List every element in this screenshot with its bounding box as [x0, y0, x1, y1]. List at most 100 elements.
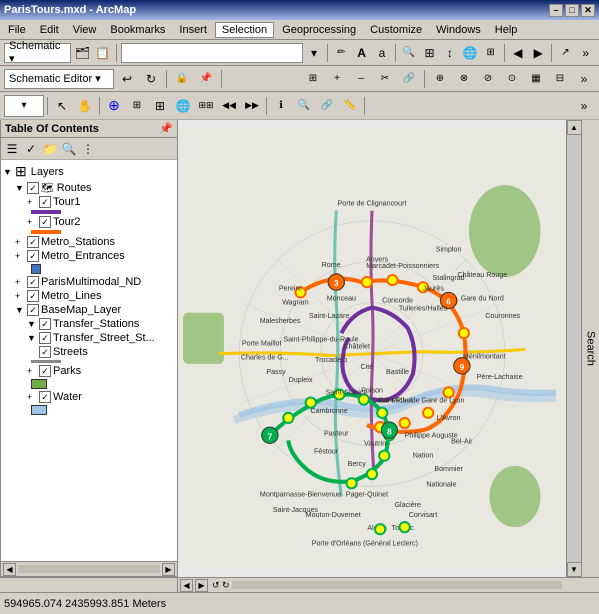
text-btn-A[interactable]: A	[352, 42, 370, 64]
schematic-name-dropdown[interactable]	[121, 43, 303, 63]
edit-btn[interactable]: ✏	[332, 42, 350, 64]
toc-scrollbar[interactable]: ◀ ▶	[1, 561, 177, 576]
se-btn-3[interactable]: 🔒	[171, 68, 193, 90]
toc-metro-lines[interactable]: + ✓ Metro_Lines	[13, 289, 177, 303]
minimize-button[interactable]: –	[549, 4, 563, 17]
check-metro-stations[interactable]: ✓	[27, 236, 39, 248]
map-scroll-left[interactable]: ◀	[180, 579, 193, 592]
toc-transfer-street[interactable]: ▼ ✓ Transfer_Street_St...	[25, 331, 177, 345]
se-btn-7[interactable]: –	[350, 68, 372, 90]
arrow-left[interactable]: ◀	[509, 42, 527, 64]
toc-metro-stations[interactable]: + ✓ Metro_Stations	[13, 235, 177, 249]
toc-paris-multimodal[interactable]: + ✓ ParisMultimodal_ND	[13, 275, 177, 289]
map-zoom-dropdown[interactable]: ▾	[4, 95, 44, 117]
se-btn-4[interactable]: 📌	[195, 68, 217, 90]
toc-scroll-left[interactable]: ◀	[3, 563, 16, 576]
search-tab[interactable]: Search	[581, 120, 599, 577]
se-btn-12[interactable]: ⊘	[477, 68, 499, 90]
se-btn-2[interactable]: ↻	[140, 68, 162, 90]
check-metro-entrances[interactable]: ✓	[27, 250, 39, 262]
menu-edit[interactable]: Edit	[34, 23, 65, 37]
toc-check-btn[interactable]: ✓	[22, 140, 40, 158]
map-extent3[interactable]: ▶▶	[241, 95, 263, 117]
expand-metro-stations[interactable]: +	[15, 237, 27, 247]
map-globe[interactable]: 🌐	[172, 95, 194, 117]
scroll-track[interactable]	[567, 135, 581, 562]
map-find[interactable]: 🔍	[293, 95, 315, 117]
menu-geoprocessing[interactable]: Geoprocessing	[276, 23, 362, 37]
toc-transfer-stations[interactable]: ▼ ✓ Transfer_Stations	[25, 317, 177, 331]
toc-more-btn[interactable]: ⋮	[79, 140, 97, 158]
expand-routes[interactable]: ▼	[15, 183, 27, 193]
map-extent1[interactable]: ⊞⊞	[195, 95, 217, 117]
map-identify[interactable]: ℹ	[270, 95, 292, 117]
menu-windows[interactable]: Windows	[430, 23, 487, 37]
toc-basemap-layer[interactable]: ▼ ✓ BaseMap_Layer	[13, 303, 177, 317]
toc-routes[interactable]: ▼ ✓ 🗺 Routes	[13, 181, 177, 195]
expand-paris-multimodal[interactable]: +	[15, 277, 27, 287]
schematic-dropdown[interactable]: Schematic ▾	[4, 43, 71, 63]
scroll-up-btn[interactable]: ▲	[567, 120, 582, 135]
menu-customize[interactable]: Customize	[364, 23, 428, 37]
toc-tour1[interactable]: + ✓ Tour1	[25, 195, 177, 209]
toolbar-btn-1[interactable]: 🗂	[73, 42, 91, 64]
maximize-button[interactable]: □	[565, 4, 579, 17]
se-btn-10[interactable]: ⊕	[429, 68, 451, 90]
toc-water[interactable]: + ✓ Water	[25, 390, 177, 404]
toolbar-btn-2[interactable]: 📋	[94, 42, 112, 64]
check-parks[interactable]: ✓	[39, 365, 51, 377]
map-more[interactable]: »	[573, 95, 595, 117]
more-btn[interactable]: ⊞	[481, 42, 499, 64]
menu-file[interactable]: File	[2, 23, 32, 37]
right-scrollbar[interactable]: ▲ ▼	[566, 120, 581, 577]
check-transfer-street[interactable]: ✓	[39, 332, 51, 344]
map-pan[interactable]: ✋	[74, 95, 96, 117]
expand-transfer-stations[interactable]: ▼	[27, 319, 39, 329]
menu-bookmarks[interactable]: Bookmarks	[104, 23, 171, 37]
map-zoom-full[interactable]: ⊞	[126, 95, 148, 117]
toc-list-btn[interactable]: ☰	[3, 140, 21, 158]
map-area[interactable]: 7 8 3 6 9 Porte de Clignancourt Simplon …	[178, 120, 566, 577]
expand-tour2[interactable]: +	[27, 217, 39, 227]
toc-scroll-right[interactable]: ▶	[162, 563, 175, 576]
toc-parks[interactable]: + ✓ Parks	[25, 364, 177, 378]
check-water[interactable]: ✓	[39, 391, 51, 403]
check-basemap[interactable]: ✓	[27, 304, 39, 316]
expand-metro-lines[interactable]: +	[15, 291, 27, 301]
map-hyperlink[interactable]: 🔗	[316, 95, 338, 117]
toc-search-btn[interactable]: 🔍	[60, 140, 78, 158]
check-metro-lines[interactable]: ✓	[27, 290, 39, 302]
check-tour1[interactable]: ✓	[39, 196, 51, 208]
check-routes[interactable]: ✓	[27, 182, 39, 194]
close-button[interactable]: ✕	[581, 4, 595, 17]
map-hscroll[interactable]: ◀ ▶ ↺ ↻	[178, 578, 566, 592]
expand-transfer-street[interactable]: ▼	[27, 333, 39, 343]
se-btn-9[interactable]: 🔗	[398, 68, 420, 90]
check-streets[interactable]: ✓	[39, 346, 51, 358]
scroll-down-btn[interactable]: ▼	[567, 562, 582, 577]
se-btn-15[interactable]: ⊟	[549, 68, 571, 90]
se-btn-8[interactable]: ✂	[374, 68, 396, 90]
dropdown-arrow[interactable]: ▾	[305, 42, 323, 64]
menu-help[interactable]: Help	[489, 23, 524, 37]
zoom-out-btn[interactable]: ⊞	[420, 42, 438, 64]
arrow-right[interactable]: ▶	[529, 42, 547, 64]
se-btn-6[interactable]: +	[326, 68, 348, 90]
expand-water[interactable]: +	[27, 392, 39, 402]
se-btn-5[interactable]: ⊞	[302, 68, 324, 90]
check-paris-multimodal[interactable]: ✓	[27, 276, 39, 288]
globe-btn[interactable]: 🌐	[461, 42, 479, 64]
schematic-editor-dropdown[interactable]: Schematic Editor ▾	[4, 69, 114, 89]
menu-view[interactable]: View	[67, 23, 103, 37]
se-btn-14[interactable]: ▦	[525, 68, 547, 90]
se-btn-13[interactable]: ⊙	[501, 68, 523, 90]
se-btn-11[interactable]: ⊗	[453, 68, 475, 90]
map-pan2[interactable]: ⊞	[149, 95, 171, 117]
toc-layers-root[interactable]: ▼ ⊞ Layers	[1, 162, 177, 181]
expand-tour1[interactable]: +	[27, 197, 39, 207]
map-zoom-in[interactable]: ⊕	[103, 95, 125, 117]
toc-folder-btn[interactable]: 📁	[41, 140, 59, 158]
toc-metro-entrances[interactable]: + ✓ Metro_Entrances	[13, 249, 177, 263]
menu-insert[interactable]: Insert	[173, 23, 213, 37]
map-measure[interactable]: 📏	[339, 95, 361, 117]
